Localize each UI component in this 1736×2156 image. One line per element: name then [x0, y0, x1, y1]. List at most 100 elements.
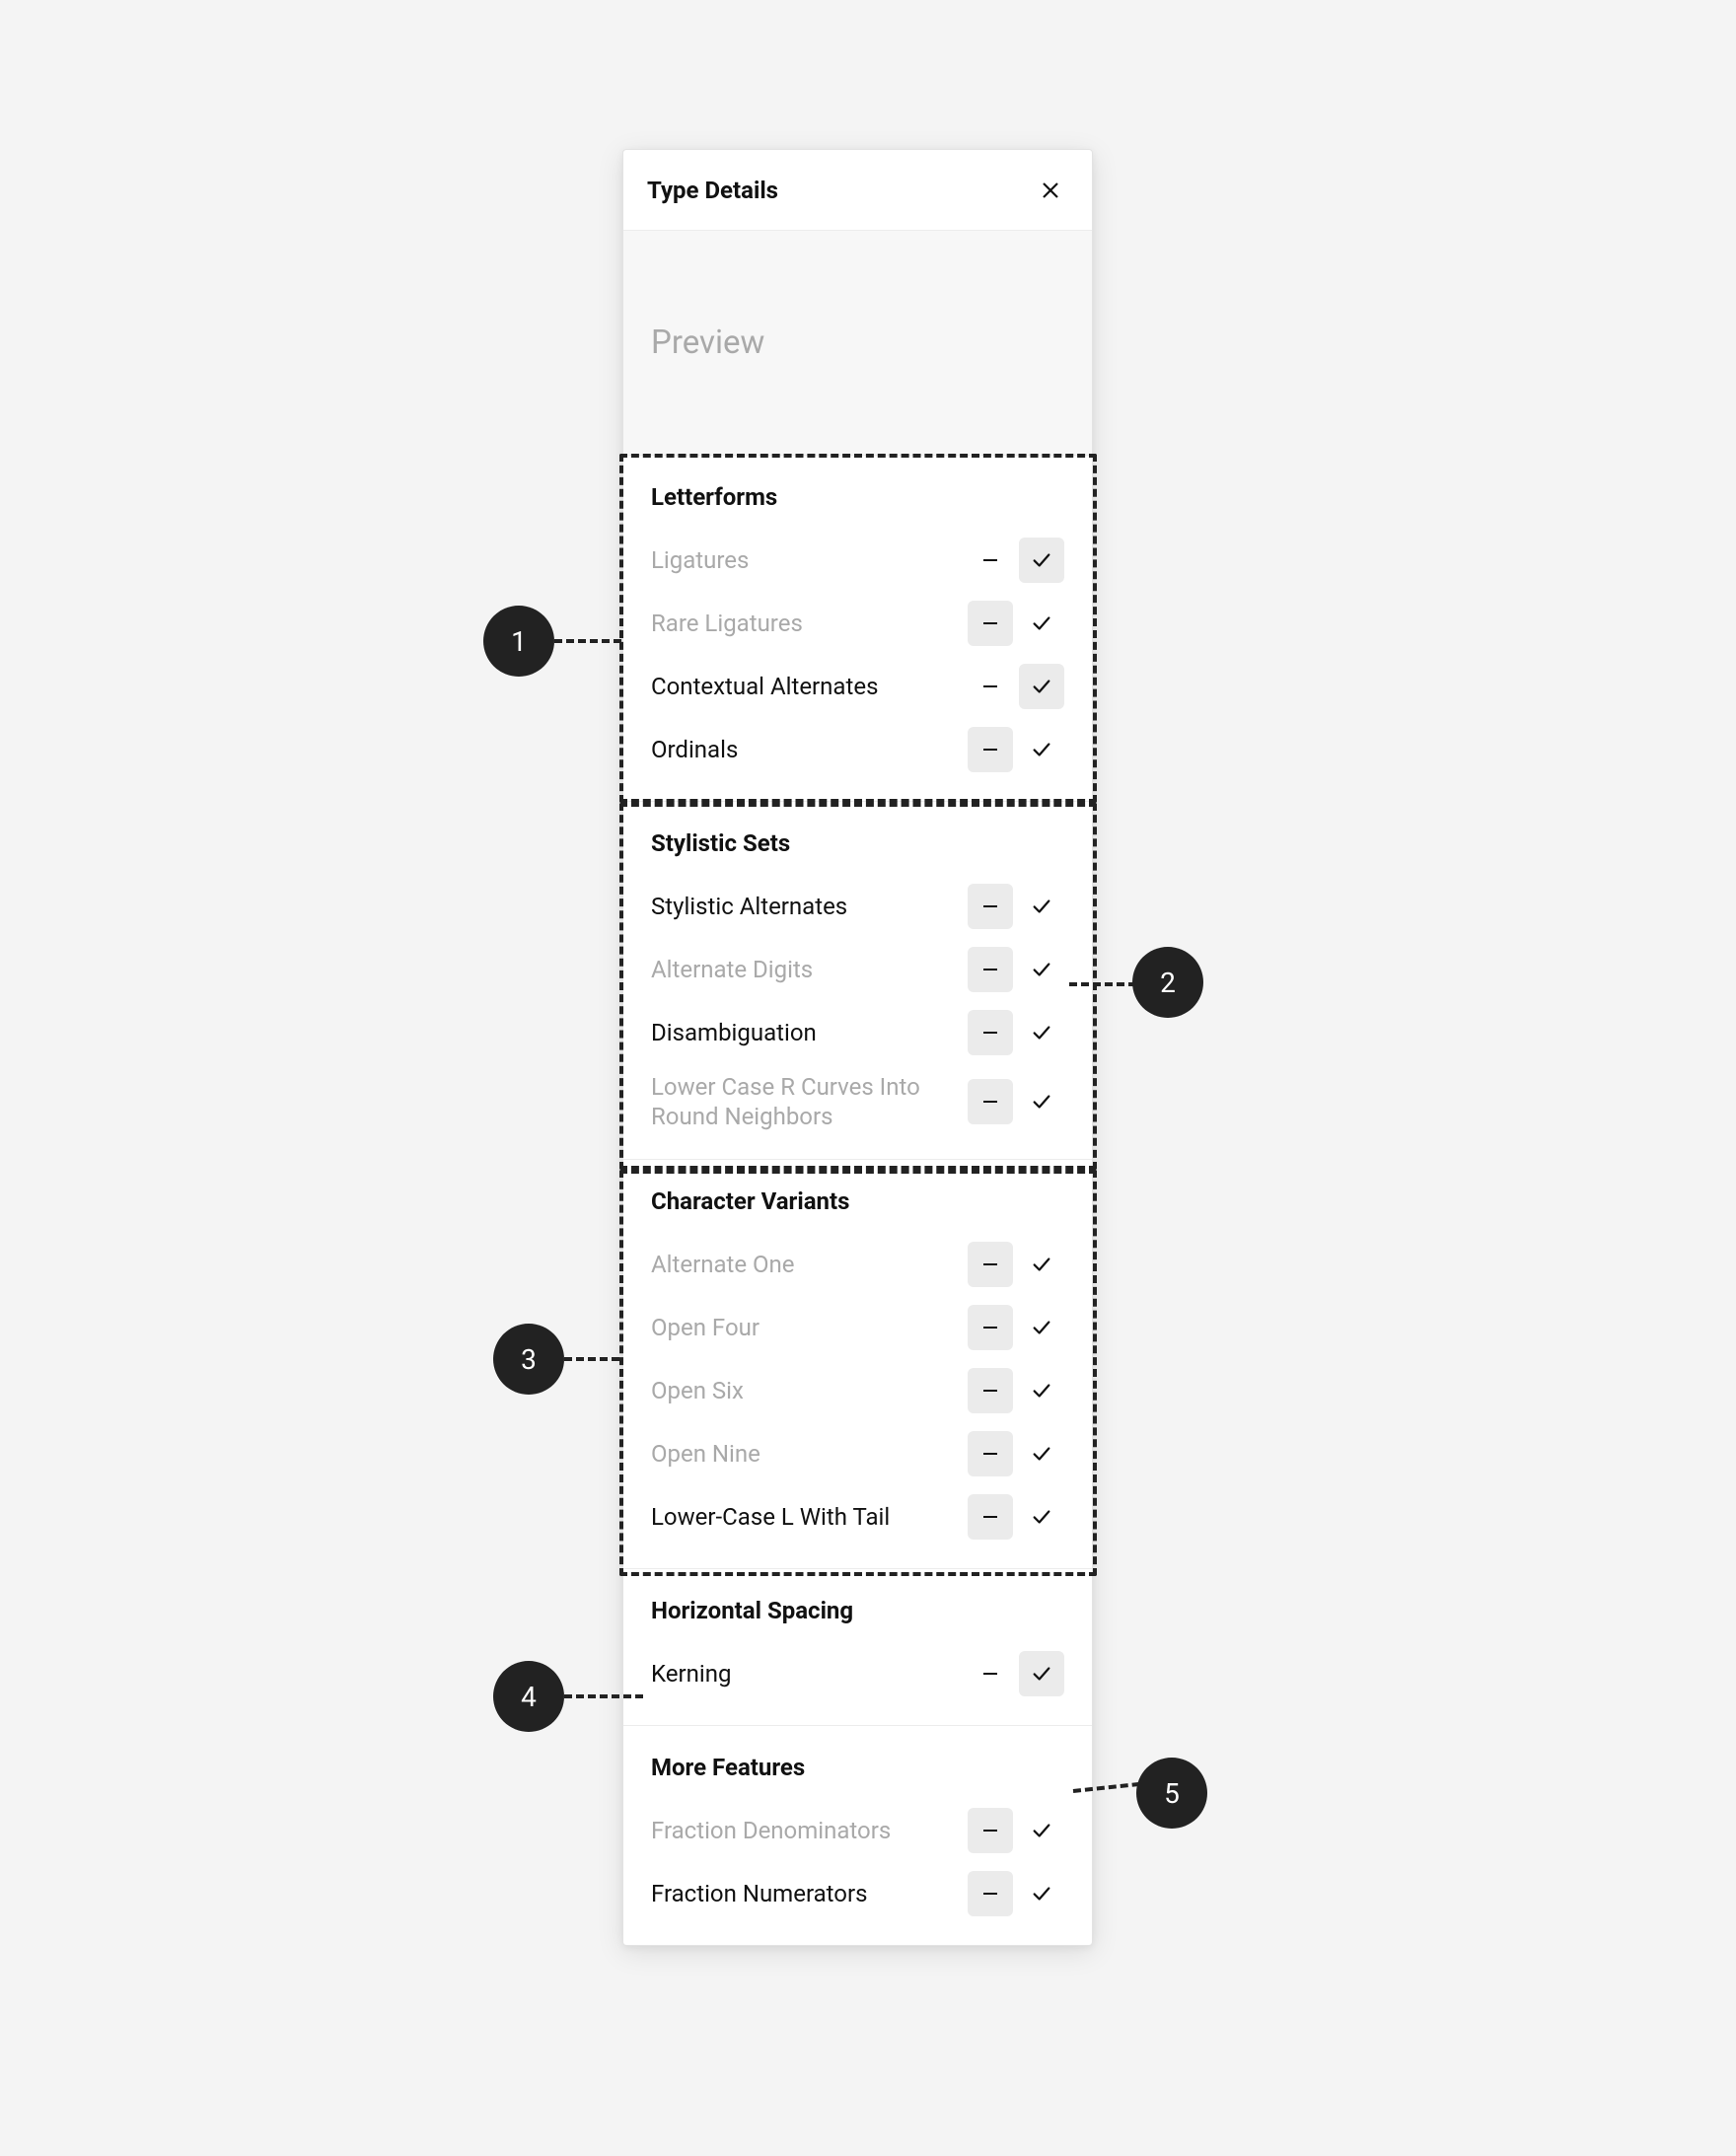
option-row: Ordinals — [651, 726, 1064, 773]
type-details-panel: Type Details Preview Letterforms Ligature… — [622, 149, 1093, 1946]
toggle-disable-button[interactable] — [968, 1010, 1013, 1055]
annotation-connector-2 — [1069, 982, 1136, 986]
option-label: Open Nine — [651, 1439, 968, 1469]
toggle-disable-button[interactable] — [968, 947, 1013, 992]
toggle-disable-button[interactable] — [968, 538, 1013, 583]
option-label: Lower Case R Curves Into Round Neighbors — [651, 1072, 968, 1131]
toggle-disable-button[interactable] — [968, 1871, 1013, 1916]
option-toggle — [968, 1079, 1064, 1124]
toggle-disable-button[interactable] — [968, 1079, 1013, 1124]
toggle-enable-button[interactable] — [1019, 1808, 1064, 1853]
toggle-disable-button[interactable] — [968, 1305, 1013, 1350]
option-row: Ligatures — [651, 537, 1064, 584]
toggle-enable-button[interactable] — [1019, 538, 1064, 583]
option-row: Disambiguation — [651, 1009, 1064, 1056]
preview-area: Preview — [623, 231, 1092, 456]
annotation-pin-1: 1 — [483, 606, 554, 677]
option-row: Fraction Numerators — [651, 1870, 1064, 1917]
dash-icon — [983, 559, 997, 562]
variants-section: Character Variants Alternate One Open Four… — [623, 1160, 1092, 1569]
panel-title: Type Details — [647, 177, 778, 204]
toggle-enable-button[interactable] — [1019, 727, 1064, 772]
option-row: Fraction Denominators — [651, 1807, 1064, 1854]
option-label: Open Four — [651, 1313, 968, 1342]
check-icon — [1031, 612, 1052, 634]
option-toggle — [968, 1651, 1064, 1696]
preview-label: Preview — [651, 323, 764, 362]
toggle-enable-button[interactable] — [1019, 1494, 1064, 1540]
close-button[interactable] — [1033, 173, 1068, 208]
dash-icon — [983, 1893, 997, 1896]
toggle-enable-button[interactable] — [1019, 1079, 1064, 1124]
toggle-disable-button[interactable] — [968, 664, 1013, 709]
toggle-disable-button[interactable] — [968, 1651, 1013, 1696]
check-icon — [1031, 1091, 1052, 1113]
option-row: Alternate Digits — [651, 946, 1064, 993]
check-icon — [1031, 1380, 1052, 1401]
check-icon — [1031, 676, 1052, 697]
option-label: Kerning — [651, 1659, 968, 1689]
option-label: Disambiguation — [651, 1018, 968, 1047]
spacing-section: Horizontal SpacingKerning — [623, 1569, 1092, 1726]
dash-icon — [983, 1327, 997, 1330]
close-icon — [1039, 179, 1062, 202]
toggle-disable-button[interactable] — [968, 1242, 1013, 1287]
toggle-enable-button[interactable] — [1019, 1651, 1064, 1696]
option-label: Ligatures — [651, 545, 968, 575]
option-label: Alternate Digits — [651, 955, 968, 984]
option-row: Lower Case R Curves Into Round Neighbors — [651, 1072, 1064, 1131]
check-icon — [1031, 1883, 1052, 1904]
check-icon — [1031, 1022, 1052, 1043]
dash-icon — [983, 1390, 997, 1393]
toggle-disable-button[interactable] — [968, 1431, 1013, 1476]
toggle-disable-button[interactable] — [968, 1808, 1013, 1853]
option-toggle — [968, 1305, 1064, 1350]
option-toggle — [968, 1431, 1064, 1476]
toggle-disable-button[interactable] — [968, 727, 1013, 772]
check-icon — [1031, 1443, 1052, 1465]
toggle-enable-button[interactable] — [1019, 1242, 1064, 1287]
option-toggle — [968, 601, 1064, 646]
stylistic-section: Stylistic Sets Stylistic Alternates Altern… — [623, 802, 1092, 1160]
option-label: Contextual Alternates — [651, 672, 968, 701]
toggle-disable-button[interactable] — [968, 601, 1013, 646]
dash-icon — [983, 1673, 997, 1676]
toggle-enable-button[interactable] — [1019, 1305, 1064, 1350]
toggle-enable-button[interactable] — [1019, 664, 1064, 709]
toggle-enable-button[interactable] — [1019, 1010, 1064, 1055]
option-toggle — [968, 538, 1064, 583]
option-row: Alternate One — [651, 1241, 1064, 1288]
option-row: Contextual Alternates — [651, 663, 1064, 710]
option-toggle — [968, 1368, 1064, 1413]
annotation-pin-3: 3 — [493, 1324, 564, 1395]
dash-icon — [983, 1101, 997, 1104]
check-icon — [1031, 739, 1052, 760]
dash-icon — [983, 969, 997, 971]
option-toggle — [968, 1010, 1064, 1055]
section-title: Stylistic Sets — [651, 829, 1064, 857]
dash-icon — [983, 1032, 997, 1035]
toggle-disable-button[interactable] — [968, 1494, 1013, 1540]
toggle-enable-button[interactable] — [1019, 947, 1064, 992]
check-icon — [1031, 959, 1052, 980]
check-icon — [1031, 549, 1052, 571]
option-label: Ordinals — [651, 735, 968, 764]
option-row: Rare Ligatures — [651, 600, 1064, 647]
letterforms-section: Letterforms Ligatures Rare Ligatures Contex… — [623, 456, 1092, 802]
toggle-disable-button[interactable] — [968, 884, 1013, 929]
section-title: Character Variants — [651, 1187, 1064, 1215]
option-toggle — [968, 884, 1064, 929]
more-section: More FeaturesFraction DenominatorsFracti… — [623, 1726, 1092, 1945]
option-row: Stylistic Alternates — [651, 883, 1064, 930]
toggle-enable-button[interactable] — [1019, 1871, 1064, 1916]
dash-icon — [983, 1453, 997, 1456]
toggle-enable-button[interactable] — [1019, 601, 1064, 646]
section-title: Letterforms — [651, 483, 1064, 511]
toggle-enable-button[interactable] — [1019, 884, 1064, 929]
dash-icon — [983, 1263, 997, 1266]
option-toggle — [968, 1871, 1064, 1916]
toggle-enable-button[interactable] — [1019, 1431, 1064, 1476]
toggle-enable-button[interactable] — [1019, 1368, 1064, 1413]
toggle-disable-button[interactable] — [968, 1368, 1013, 1413]
check-icon — [1031, 1820, 1052, 1841]
